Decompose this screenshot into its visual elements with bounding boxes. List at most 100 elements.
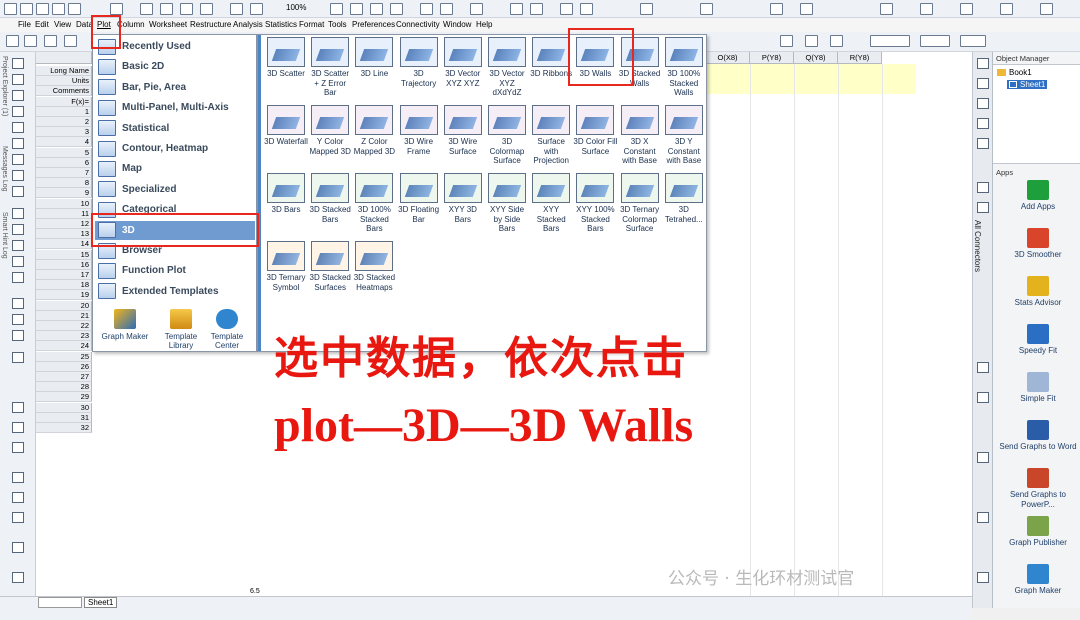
gallery-item[interactable]: 3D Bars bbox=[264, 173, 308, 215]
plot-menu-item[interactable]: Extended Templates bbox=[95, 282, 255, 301]
gallery-item[interactable]: XYY Stacked Bars bbox=[529, 173, 573, 234]
col-header-r[interactable]: R(Y8) bbox=[838, 52, 882, 64]
row-header[interactable]: 10 bbox=[36, 198, 92, 209]
plot-menu-item[interactable]: Multi-Panel, Multi-Axis bbox=[95, 98, 255, 117]
table-tool-icon[interactable] bbox=[12, 572, 24, 583]
gallery-item[interactable]: 3D Y Constant with Base bbox=[662, 105, 706, 166]
plot-menu-item[interactable]: Contour, Heatmap bbox=[95, 139, 255, 158]
tree-book1[interactable]: Book1 bbox=[997, 68, 1032, 77]
row-header[interactable]: F(x)= bbox=[36, 96, 92, 107]
plot-menu-item[interactable]: Statistical bbox=[95, 119, 255, 138]
tree-sheet1[interactable]: Sheet1 bbox=[1007, 80, 1048, 89]
command-window-icon[interactable] bbox=[350, 3, 363, 15]
gallery-item[interactable]: 3D Stacked Surfaces bbox=[308, 241, 352, 292]
redo-icon[interactable] bbox=[44, 35, 57, 47]
app-item[interactable]: Send Graphs to PowerP... bbox=[999, 468, 1077, 509]
moon-icon[interactable] bbox=[770, 3, 783, 15]
color-scale-icon[interactable] bbox=[12, 512, 24, 523]
col-header-p[interactable]: P(Y8) bbox=[750, 52, 794, 64]
messages-log-tab[interactable]: Messages Log bbox=[1, 146, 8, 192]
gallery-item[interactable]: Surface with Projection bbox=[529, 105, 573, 166]
print-icon[interactable] bbox=[200, 3, 213, 15]
line-color-icon[interactable] bbox=[830, 35, 843, 47]
arrange-icon[interactable] bbox=[977, 202, 989, 213]
stats-icon[interactable] bbox=[530, 3, 543, 15]
menu-connectivity[interactable]: Connectivity bbox=[396, 20, 440, 29]
gallery-item[interactable]: 3D Ternary Colormap Surface bbox=[618, 173, 662, 234]
zoom-icon[interactable] bbox=[977, 362, 989, 373]
gallery-item[interactable]: 3D Line bbox=[352, 37, 396, 79]
gallery-item[interactable]: 3D Colormap Surface bbox=[485, 105, 529, 166]
arrow-icon[interactable] bbox=[6, 35, 19, 47]
gallery-item[interactable]: 3D Color Fill Surface bbox=[573, 105, 617, 156]
zoom-out-icon[interactable] bbox=[12, 90, 24, 101]
plot-menu-item[interactable]: Specialized bbox=[95, 180, 255, 199]
app-item[interactable]: Simple Fit bbox=[999, 372, 1077, 404]
app-item[interactable]: Send Graphs to Word bbox=[999, 420, 1077, 452]
arrange-tool-icon[interactable] bbox=[12, 352, 24, 363]
line3-icon[interactable] bbox=[977, 118, 989, 129]
menu-preferences[interactable]: Preferences bbox=[352, 20, 395, 29]
results-log-icon[interactable] bbox=[330, 3, 343, 15]
layer-tool-icon[interactable] bbox=[12, 472, 24, 483]
line-tool-icon[interactable] bbox=[12, 224, 24, 235]
tool-icon[interactable] bbox=[977, 392, 989, 403]
row-header[interactable]: 14 bbox=[36, 239, 92, 250]
code-builder-icon[interactable] bbox=[370, 3, 383, 15]
gallery-item[interactable]: Y Color Mapped 3D bbox=[308, 105, 352, 156]
row-header[interactable]: 20 bbox=[36, 300, 92, 311]
image-icon[interactable] bbox=[440, 3, 453, 15]
row-header[interactable]: 18 bbox=[36, 280, 92, 291]
gallery-item[interactable]: 3D Trajectory bbox=[397, 37, 441, 88]
gallery-item[interactable]: 3D Stacked Bars bbox=[308, 173, 352, 224]
row-header[interactable]: 29 bbox=[36, 392, 92, 403]
menu-format[interactable]: Format bbox=[299, 20, 324, 29]
layout-icon[interactable] bbox=[977, 182, 989, 193]
grid-tool-icon[interactable] bbox=[12, 542, 24, 553]
curve-icon[interactable] bbox=[977, 138, 989, 149]
rescale-icon[interactable] bbox=[1000, 3, 1013, 15]
new-project-icon[interactable] bbox=[4, 3, 17, 15]
sheet-tab[interactable]: Sheet1 bbox=[84, 597, 118, 608]
pattern-icon[interactable] bbox=[805, 35, 818, 47]
histogram-icon[interactable] bbox=[640, 3, 653, 15]
row-header[interactable]: 28 bbox=[36, 382, 92, 393]
circle-tool-icon[interactable] bbox=[12, 402, 24, 413]
gallery-item[interactable]: 3D 100% Stacked Walls bbox=[662, 37, 706, 98]
row-header[interactable]: 5 bbox=[36, 147, 92, 158]
row-header[interactable]: 6 bbox=[36, 157, 92, 168]
data-reader-icon[interactable] bbox=[12, 138, 24, 149]
curve-tool-icon[interactable] bbox=[12, 256, 24, 267]
zoom-in-icon[interactable] bbox=[12, 74, 24, 85]
menu-file[interactable]: File bbox=[18, 20, 31, 29]
sigma-column-icon[interactable] bbox=[580, 3, 593, 15]
sort-icon[interactable] bbox=[560, 3, 573, 15]
project-explorer-tab[interactable]: Project Explorer (1) bbox=[1, 56, 8, 116]
gallery-item[interactable]: 3D 100% Stacked Bars bbox=[352, 173, 396, 234]
row-header[interactable]: 7 bbox=[36, 168, 92, 178]
add-column-icon[interactable] bbox=[470, 3, 483, 15]
new-matrix-icon[interactable] bbox=[52, 3, 65, 15]
mask-icon[interactable] bbox=[12, 170, 24, 181]
menu-edit[interactable]: Edit bbox=[35, 20, 49, 29]
gallery-item[interactable]: 3D Ribbons bbox=[529, 37, 573, 79]
line2-icon[interactable] bbox=[977, 98, 989, 109]
row-header[interactable]: 2 bbox=[36, 117, 92, 127]
pan-icon[interactable] bbox=[12, 106, 24, 117]
row-header[interactable]: Units bbox=[36, 76, 92, 87]
align-tool-icon[interactable] bbox=[12, 422, 24, 433]
line-width-select[interactable] bbox=[920, 35, 950, 47]
row-header[interactable]: Long Name bbox=[36, 66, 92, 76]
row-header[interactable]: 11 bbox=[36, 208, 92, 219]
row-header[interactable]: 3 bbox=[36, 127, 92, 138]
row-header[interactable]: 26 bbox=[36, 361, 92, 372]
pointer-icon[interactable] bbox=[12, 58, 24, 69]
table-icon[interactable] bbox=[420, 3, 433, 15]
row-header[interactable]: 22 bbox=[36, 321, 92, 331]
tool3-icon[interactable] bbox=[977, 512, 989, 523]
row-header[interactable]: 16 bbox=[36, 259, 92, 270]
undo-icon[interactable] bbox=[64, 35, 77, 47]
zoom-level[interactable]: 100% bbox=[286, 3, 306, 12]
row-header[interactable]: 17 bbox=[36, 270, 92, 280]
menu-view[interactable]: View bbox=[54, 20, 71, 29]
